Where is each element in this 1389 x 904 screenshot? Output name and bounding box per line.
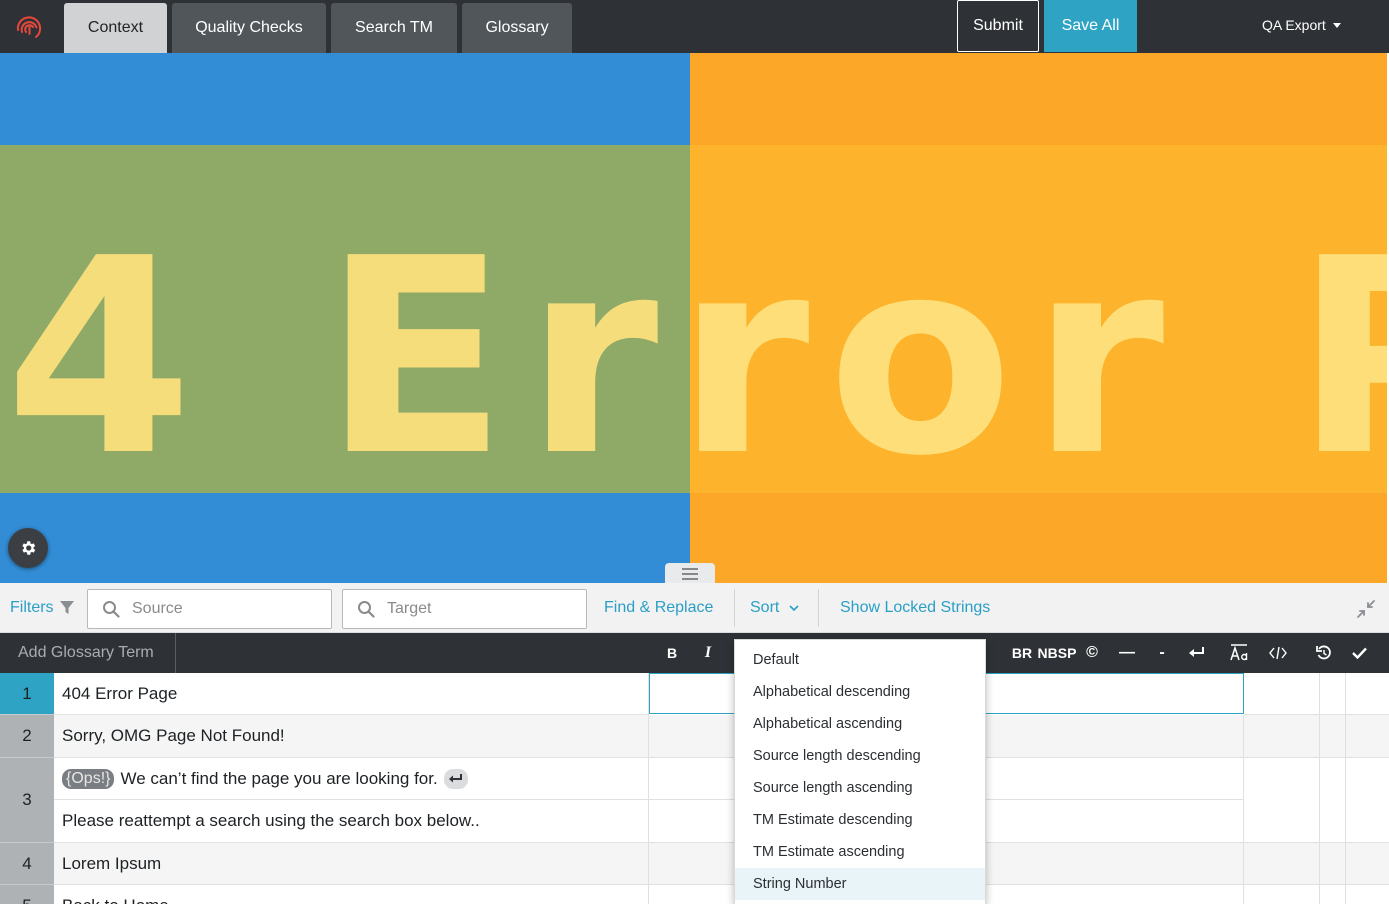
row-number[interactable]: 5 (0, 885, 54, 904)
row-number[interactable]: 1 (0, 673, 54, 715)
grid-cell (1244, 758, 1320, 843)
save-all-button[interactable]: Save All (1044, 0, 1137, 52)
gear-icon (22, 541, 36, 555)
sort-label: Sort (750, 599, 780, 616)
copyright-button[interactable]: © (1080, 633, 1104, 673)
target-search-field[interactable] (342, 589, 587, 629)
context-preview: 4 Error Pag (0, 53, 1387, 583)
row-number[interactable]: 3 (0, 758, 54, 843)
sort-button[interactable]: Sort (750, 583, 799, 633)
grid-cell (1346, 715, 1389, 758)
filter-funnel-icon (59, 601, 74, 614)
table-row[interactable]: 5 Back to Home (0, 885, 1389, 904)
sort-dropdown-menu: Default Alphabetical descending Alphabet… (734, 639, 986, 904)
filters-label: Filters (10, 599, 54, 616)
resize-handle[interactable] (665, 563, 715, 585)
grid-cell (1346, 673, 1389, 715)
toolbar-divider (734, 589, 735, 627)
source-search-field[interactable] (87, 589, 332, 629)
sort-option-source-length-asc[interactable]: Source length ascending (735, 772, 985, 804)
sort-option-alpha-asc[interactable]: Alphabetical ascending (735, 708, 985, 740)
grid-cell (1320, 885, 1346, 904)
settings-button[interactable] (8, 528, 48, 568)
context-hero-text: 4 Error Pag (5, 200, 1387, 515)
nbsp-button[interactable]: NBSP (1038, 633, 1077, 673)
revert-icon[interactable] (1310, 633, 1338, 673)
table-row[interactable]: 2 Sorry, OMG Page Not Found! (0, 715, 1389, 758)
grid-cell (1320, 715, 1346, 758)
grid-cell (1346, 758, 1389, 843)
italic-button[interactable]: I (694, 633, 722, 673)
tab-quality-checks[interactable]: Quality Checks (172, 3, 326, 53)
sort-option-string-number[interactable]: String Number (735, 868, 985, 900)
collapse-icon[interactable] (1356, 599, 1376, 619)
submit-button[interactable]: Submit (957, 0, 1039, 52)
source-cell[interactable]: Lorem Ipsum (54, 843, 649, 885)
placeholder-tag: {Ops!} (62, 768, 115, 789)
grid-cell (1320, 758, 1346, 843)
table-row[interactable]: 3 {Ops!} We can’t find the page you are … (0, 758, 1389, 843)
line-break-button[interactable]: BR (1008, 633, 1036, 673)
source-search-input[interactable] (132, 598, 322, 620)
qa-export-dropdown[interactable]: QA Export (1262, 0, 1372, 50)
find-replace-button[interactable]: Find & Replace (604, 583, 713, 633)
tab-context[interactable]: Context (64, 3, 167, 53)
filter-toolbar: Filters Find & Replace Sort Show Locked … (0, 583, 1389, 633)
search-icon (103, 601, 120, 618)
strings-grid: 1 404 Error Page 2 Sorry, OMG Page Not F… (0, 673, 1389, 904)
sort-option-source-length-desc[interactable]: Source length descending (735, 740, 985, 772)
grid-cell (1320, 843, 1346, 885)
row-number[interactable]: 2 (0, 715, 54, 758)
filters-button[interactable]: Filters (10, 583, 74, 633)
grid-header-toolbar: Add Glossary Term B I BR NBSP © — - (0, 633, 1389, 673)
row-number[interactable]: 4 (0, 843, 54, 885)
source-cell[interactable]: Sorry, OMG Page Not Found! (54, 715, 649, 758)
source-cell[interactable]: Back to Home (54, 885, 649, 904)
sort-option-tm-estimate-asc[interactable]: TM Estimate ascending (735, 836, 985, 868)
target-search-input[interactable] (387, 598, 577, 620)
source-cell-line2[interactable]: Please reattempt a search using the sear… (54, 800, 649, 843)
sort-option-default[interactable]: Default (735, 644, 985, 676)
hyphen-button[interactable]: - (1150, 633, 1174, 673)
grid-cell (1346, 843, 1389, 885)
show-locked-strings-button[interactable]: Show Locked Strings (840, 583, 990, 633)
top-bar: Context Quality Checks Search TM Glossar… (0, 0, 1389, 53)
grid-cell (1244, 885, 1320, 904)
source-cell[interactable]: {Ops!} We can’t find the page you are lo… (54, 758, 649, 800)
caret-down-icon (1332, 22, 1341, 28)
grid-cell (1244, 843, 1320, 885)
newline-tag-icon (443, 768, 468, 789)
grid-cell (1346, 885, 1389, 904)
confirm-check-icon[interactable] (1346, 633, 1372, 673)
source-cell[interactable]: 404 Error Page (54, 673, 649, 715)
sort-option-tm-estimate-desc[interactable]: TM Estimate descending (735, 804, 985, 836)
sort-option-alpha-desc[interactable]: Alphabetical descending (735, 676, 985, 708)
table-row[interactable]: 1 404 Error Page (0, 673, 1389, 715)
grid-cell (1244, 673, 1320, 715)
em-dash-button[interactable]: — (1114, 633, 1140, 673)
add-glossary-term-button[interactable]: Add Glossary Term (0, 633, 176, 673)
grid-cell (1320, 673, 1346, 715)
grid-cell (1244, 715, 1320, 758)
source-text: We can’t find the page you are looking f… (120, 768, 438, 788)
fingerprint-icon[interactable] (12, 10, 46, 44)
tab-search-tm[interactable]: Search TM (331, 3, 457, 53)
code-icon[interactable] (1264, 633, 1292, 673)
qa-export-label: QA Export (1262, 17, 1326, 33)
tab-glossary[interactable]: Glossary (462, 3, 572, 53)
toolbar-divider (818, 589, 819, 627)
text-case-icon[interactable] (1226, 633, 1252, 673)
bold-button[interactable]: B (658, 633, 686, 673)
table-row[interactable]: 4 Lorem Ipsum (0, 843, 1389, 885)
search-icon (358, 601, 375, 618)
newline-icon[interactable] (1184, 633, 1210, 673)
chevron-down-icon (789, 604, 799, 611)
